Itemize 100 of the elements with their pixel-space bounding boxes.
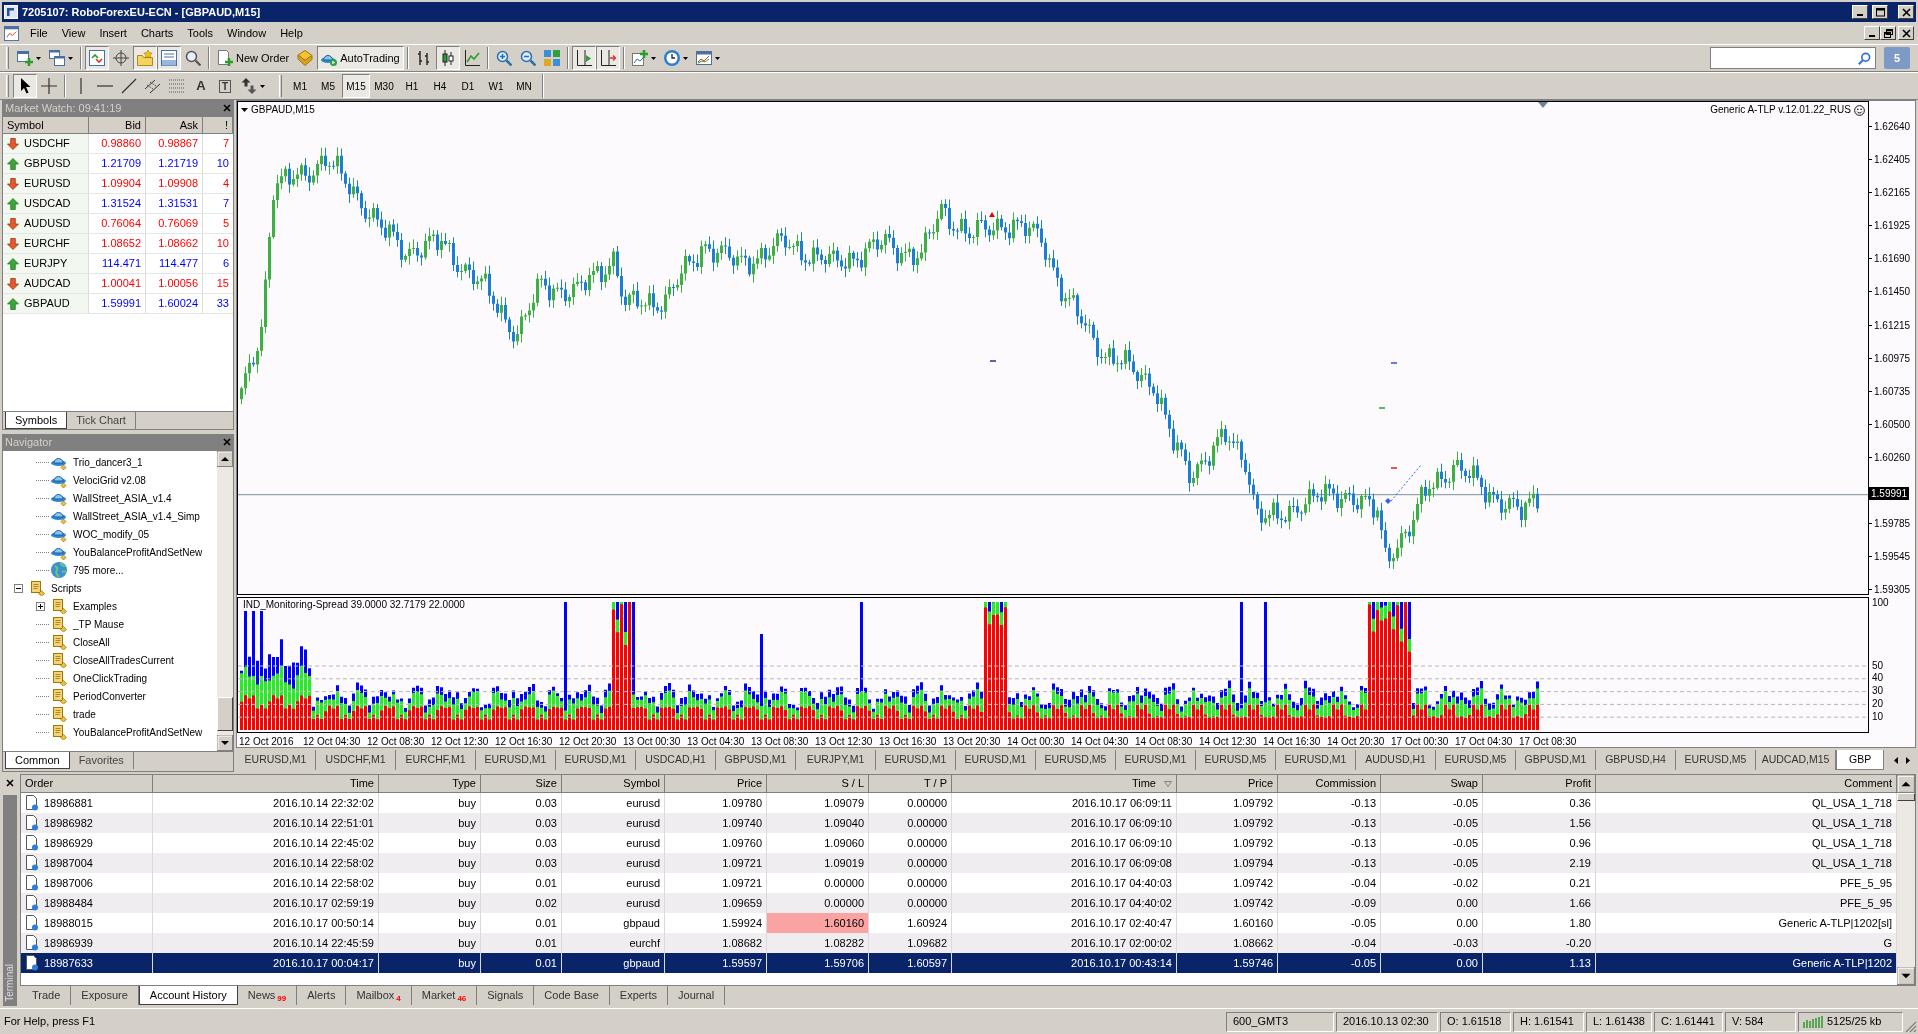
text-tool-button[interactable]: A (189, 74, 213, 98)
maximize-button[interactable] (1872, 5, 1888, 19)
panel-tab[interactable]: Account History (138, 986, 238, 1005)
table-row[interactable]: 18987004 2016.10.14 22:58:02 buy 0.03 eurusd 1.09721 1.09019 0.00000 2016.10.17 06:09:08 1.09794 -0.13 -0.05 2.19 QL_USA_1_718 (21, 853, 1897, 873)
column-header[interactable]: S / L (767, 775, 869, 793)
table-row[interactable]: 18988484 2016.10.17 02:59:19 buy 0.02 eurusd 1.09659 0.00000 0.00000 2016.10.17 04:40:02 1.09742 -0.09 0.00 1.66 PFE_5_95 (21, 893, 1897, 913)
column-header[interactable]: Order (21, 775, 153, 793)
chart-tab[interactable]: EURUSD,M1 (956, 750, 1036, 770)
tree-item[interactable]: Trio_dancer3_1 (73, 455, 143, 469)
table-row[interactable]: 18986982 2016.10.14 22:51:01 buy 0.03 eurusd 1.09740 1.09040 0.00000 2016.10.17 06:09:10 1.09792 -0.13 -0.05 1.56 QL_USA_1_718 (21, 813, 1897, 833)
column-header[interactable]: T / P (869, 775, 952, 793)
chart-tab[interactable]: USDCAD,H1 (636, 750, 716, 770)
column-header[interactable]: Price (665, 775, 767, 793)
restore-button[interactable] (1880, 26, 1896, 40)
panel-tab[interactable]: Signals (477, 986, 535, 1005)
candles-button[interactable] (435, 46, 460, 70)
plus-box-icon[interactable] (36, 601, 45, 611)
table-row[interactable]: 18987633 2016.10.17 00:04:17 buy 0.01 gbpaud 1.59597 1.59706 1.60597 2016.10.17 00:43:14 1.59746 -0.05 0.00 1.13 Generic A-TLP|1202 (21, 953, 1897, 973)
column-header[interactable]: Type (379, 775, 481, 793)
chart-tab[interactable]: EURUSD,M1 (556, 750, 636, 770)
chart-tab[interactable]: EURUSD,M1 (1276, 750, 1356, 770)
minus-box-icon[interactable] (14, 583, 23, 593)
chart-shift-button[interactable] (595, 46, 620, 70)
column-header[interactable]: Time (153, 775, 379, 793)
chart-tab[interactable]: EURUSD,M1 (876, 750, 956, 770)
auto-scroll-button[interactable] (571, 46, 596, 70)
cursor-button[interactable] (13, 74, 37, 98)
scroll-up-icon[interactable] (217, 451, 233, 467)
column-header[interactable]: Time (952, 775, 1177, 793)
tree-item[interactable]: WOC_modify_05 (73, 527, 150, 541)
chart-tab[interactable]: AUDUSD,H1 (1356, 750, 1436, 770)
chart-tab[interactable]: GBPUSD,H4 (1596, 750, 1676, 770)
scroll-up-icon[interactable] (1897, 775, 1915, 793)
scroll-thumb[interactable] (1897, 793, 1915, 801)
menu-item[interactable]: File (23, 23, 55, 43)
search-field[interactable] (1710, 47, 1876, 69)
menu-item[interactable]: Charts (133, 23, 181, 43)
chart-tab[interactable]: USDCHF,M1 (316, 750, 396, 770)
timeframe-button[interactable]: D1 (454, 74, 482, 98)
caret-left-icon[interactable] (1894, 756, 1898, 764)
close-button[interactable] (1898, 5, 1914, 19)
timeframe-button[interactable]: M1 (286, 74, 314, 98)
column-header[interactable]: Symbol (562, 775, 665, 793)
timeframe-button[interactable]: H1 (398, 74, 426, 98)
timeframe-button[interactable]: M5 (314, 74, 342, 98)
menu-item[interactable]: View (54, 23, 93, 43)
column-header[interactable]: Symbol (3, 117, 89, 134)
tree-item[interactable]: CloseAllTradesCurrent (73, 653, 174, 667)
chart-tab[interactable]: EURUSD,M5 (1036, 750, 1116, 770)
tree-item[interactable]: OneClickTrading (73, 671, 148, 685)
chart-tab[interactable]: GBPUSD,M1 (1516, 750, 1596, 770)
tree-item[interactable]: 795 more... (73, 563, 124, 577)
menu-item[interactable]: Window (220, 23, 274, 43)
chart-tab[interactable]: EURJPY,M1 (796, 750, 876, 770)
chart-tab[interactable]: EURUSD,M5 (1676, 750, 1756, 770)
tree-item[interactable]: CloseAll (73, 635, 110, 649)
column-header[interactable]: Size (481, 775, 562, 793)
caret-right-icon[interactable] (1906, 756, 1910, 764)
panel-tab[interactable]: Tick Chart (67, 412, 136, 429)
close-icon[interactable] (6, 779, 14, 787)
scroll-down-icon[interactable] (1897, 967, 1915, 985)
minimize-button[interactable] (1864, 26, 1880, 40)
column-header[interactable]: ! (203, 117, 233, 134)
menu-item[interactable]: Tools (180, 23, 220, 43)
panel-tab[interactable]: Journal (668, 986, 726, 1005)
chart-tab[interactable]: EURUSD,M5 (1436, 750, 1516, 770)
scroll-thumb[interactable] (217, 697, 233, 731)
tree-item[interactable]: WallStreet_ASIA_v1.4_Simp (73, 509, 200, 523)
panel-tab[interactable]: Alerts (297, 986, 347, 1005)
timeframe-button[interactable]: M15 (342, 74, 370, 98)
column-header[interactable]: Price (1177, 775, 1278, 793)
panel-tab[interactable]: Trade (22, 986, 72, 1005)
chart-tab[interactable]: EURUSD,M1 (1116, 750, 1196, 770)
minimize-button[interactable] (1852, 5, 1868, 19)
column-header[interactable]: Commission (1278, 775, 1381, 793)
close-button[interactable] (1898, 26, 1914, 40)
menu-item[interactable]: Help (273, 23, 310, 43)
autotrading-button[interactable]: AutoTrading (317, 46, 404, 70)
new-order-button[interactable]: New Order (213, 46, 294, 70)
column-header[interactable]: Comment (1596, 775, 1897, 793)
panel-tab[interactable]: Favorites (69, 752, 134, 769)
table-row[interactable]: 18986939 2016.10.14 22:45:59 buy 0.01 eurchf 1.08682 1.08282 1.09682 2016.10.17 02:00:02 1.08662 -0.04 -0.03 -0.20 G (21, 933, 1897, 953)
tree-item[interactable]: trade (73, 707, 96, 721)
chart-tab[interactable]: GBP (1836, 750, 1885, 770)
panel-tab[interactable]: Code Base (534, 986, 610, 1005)
panel-tab[interactable]: Common (5, 752, 70, 769)
column-header[interactable]: Bid (89, 117, 146, 134)
tree-item[interactable]: Scripts (51, 581, 82, 595)
chart-tab[interactable]: EURUSD,M5 (1196, 750, 1276, 770)
chart-tab[interactable]: GBPUSD,M1 (716, 750, 796, 770)
chart-tab[interactable]: EURUSD,M1 (236, 750, 316, 770)
market-watch-button[interactable] (85, 46, 109, 70)
panel-tab[interactable]: Experts (609, 986, 669, 1005)
panel-tab[interactable]: Symbols (5, 412, 68, 429)
panel-tab[interactable]: Exposure (71, 986, 139, 1005)
navigator-button[interactable] (133, 46, 157, 70)
scroll-down-icon[interactable] (217, 735, 233, 751)
tree-item[interactable]: Examples (73, 599, 117, 613)
label-tool-button[interactable]: T (213, 74, 237, 98)
column-header[interactable]: Swap (1381, 775, 1483, 793)
